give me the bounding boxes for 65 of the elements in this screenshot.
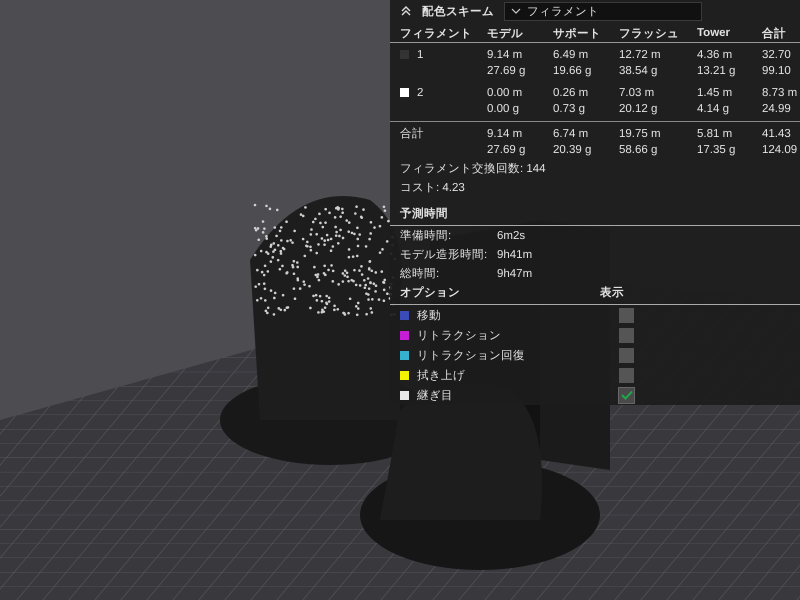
option-label: 移動 <box>417 308 442 322</box>
checkmark-icon <box>620 390 632 400</box>
column-header: モデル <box>487 26 524 40</box>
table-cell-text: 124.09 <box>762 143 798 158</box>
column-header: フィラメント <box>400 26 473 40</box>
table-cell-text: 38.54 g <box>619 64 658 79</box>
table-cell-text: 13.21 g <box>697 64 736 79</box>
table-cell-text: 41.43 <box>762 127 792 142</box>
visibility-checkbox[interactable] <box>619 348 634 362</box>
section-heading: 予測時間 <box>390 205 800 226</box>
column-header: サポート <box>553 26 602 40</box>
total-label: 合計 <box>400 126 424 142</box>
table-cell-text: 8.73 m <box>762 86 798 101</box>
table-cell-text: 17.35 g <box>697 143 736 158</box>
option-label: 拭き上げ <box>417 368 466 382</box>
table-cell-text: 5.81 m <box>697 127 734 142</box>
table-cell-text: 4.14 g <box>697 102 730 117</box>
column-header: フラッシュ <box>619 26 680 40</box>
visibility-checkbox[interactable] <box>619 328 634 342</box>
table-cell-text: 4.36 m <box>697 48 734 63</box>
table-cell-text: 58.66 g <box>619 143 658 158</box>
table-cell-text: 6.74 m <box>553 127 590 142</box>
table-cell-text: 0.00 m <box>487 86 524 101</box>
visibility-checkbox[interactable] <box>619 308 634 322</box>
table-cell-text: 20.39 g <box>553 143 592 158</box>
table-cell-text: 9.14 m <box>487 48 524 63</box>
table-cell-text: 0.73 g <box>553 102 586 117</box>
table-cell-text: 19.66 g <box>553 64 592 79</box>
time-label: 準備時間: <box>400 228 452 244</box>
chevron-down-icon <box>511 7 521 15</box>
summary-text: コスト: 4.23 <box>400 182 465 194</box>
table-cell-text: 1.45 m <box>697 86 734 101</box>
time-value: 9h41m <box>497 248 532 263</box>
time-value: 9h47m <box>497 267 532 282</box>
table-cell-text: 27.69 g <box>487 143 526 158</box>
table-cell-text: 7.03 m <box>619 86 656 101</box>
table-cell-text: 9.14 m <box>487 127 524 142</box>
table-cell-text: 99.10 <box>762 64 792 79</box>
table-cell-text: 20.12 g <box>619 102 658 117</box>
table-cell-text: 32.70 <box>762 48 792 63</box>
column-header: 合計 <box>762 26 787 40</box>
table-cell-text: 19.75 m <box>619 127 662 142</box>
table-cell-text: 0.00 g <box>487 102 520 117</box>
time-label: 総時間: <box>400 266 440 282</box>
visibility-checkbox[interactable] <box>619 388 634 402</box>
column-header: 表示 <box>600 285 624 301</box>
visibility-checkbox[interactable] <box>619 368 634 382</box>
table-cell-text: 27.69 g <box>487 64 526 79</box>
filament-number: 2 <box>417 86 424 101</box>
section-heading: オプション <box>400 285 461 301</box>
summary-text: フィラメント交換回数: 144 <box>400 163 546 175</box>
color-scheme-dropdown[interactable]: フィラメント <box>504 2 702 20</box>
table-cell-text: 12.72 m <box>619 48 662 63</box>
option-label: リトラクション <box>417 328 502 342</box>
time-label: モデル造形時間: <box>400 248 488 263</box>
collapse-icon[interactable] <box>400 5 412 17</box>
table-cell-text: 6.49 m <box>553 48 590 63</box>
option-label: 継ぎ目 <box>417 388 454 402</box>
column-header: Tower <box>697 27 732 39</box>
table-cell-text: 0.26 m <box>553 86 590 101</box>
color-scheme-label: 配色スキーム <box>422 4 494 18</box>
filament-number: 1 <box>417 48 424 63</box>
option-label: リトラクション回復 <box>417 348 526 362</box>
table-cell-text: 24.99 <box>762 102 792 117</box>
time-value: 6m2s <box>497 229 526 244</box>
